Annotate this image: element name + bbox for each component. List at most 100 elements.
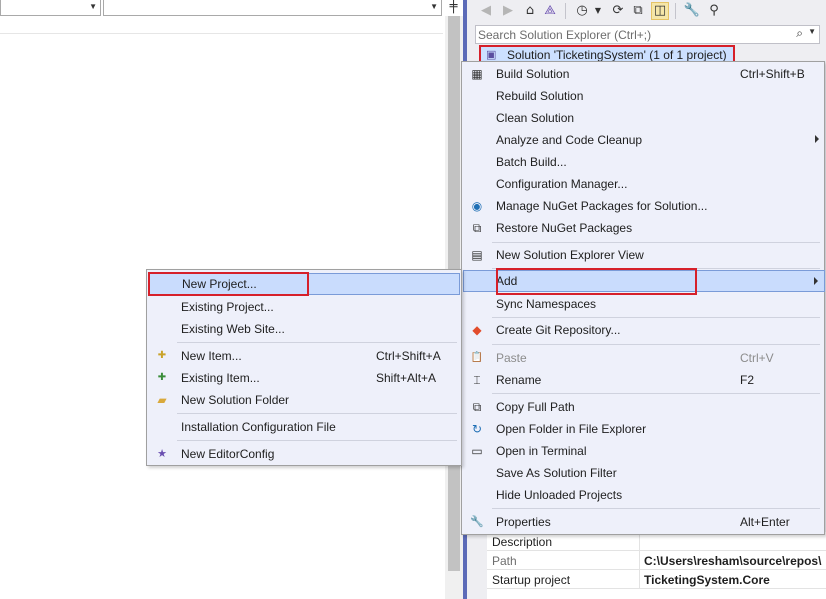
forward-icon[interactable]: ▶ <box>499 2 517 20</box>
menu-item-properties[interactable]: 🔧 Properties Alt+Enter <box>463 511 825 533</box>
add-submenu: New Project... Existing Project... Exist… <box>146 269 462 466</box>
switch-views-icon[interactable]: ⟁ <box>541 2 559 20</box>
menu-separator <box>492 317 820 318</box>
menu-item-shortcut: F2 <box>740 373 755 387</box>
search-input[interactable] <box>478 27 793 42</box>
menu-item-label: Existing Project... <box>181 300 274 314</box>
menu-item-existing-project[interactable]: Existing Project... <box>148 296 462 318</box>
menu-separator <box>177 440 457 441</box>
home-icon[interactable]: ⌂ <box>521 2 539 20</box>
submenu-arrow-icon <box>815 135 819 143</box>
preview-icon[interactable]: ⚲ <box>705 2 723 20</box>
wrench-icon: 🔧 <box>470 515 484 528</box>
menu-item-new-solution-folder[interactable]: ▰ New Solution Folder <box>148 389 462 411</box>
menu-item-build-solution[interactable]: ▦ Build Solution Ctrl+Shift+B <box>463 63 825 85</box>
menu-item-label: Add <box>496 274 518 288</box>
new-item-icon: ✚ <box>157 350 167 361</box>
git-icon: ◆ <box>472 323 482 337</box>
toolbar-separator <box>675 3 676 19</box>
copy-icon: ⧉ <box>472 400 482 414</box>
menu-item-create-git-repository[interactable]: ◆ Create Git Repository... <box>463 319 825 341</box>
menu-separator <box>492 268 820 269</box>
menu-item-label: Restore NuGet Packages <box>496 221 633 235</box>
menu-item-hide-unloaded-projects[interactable]: Hide Unloaded Projects <box>463 484 825 506</box>
menu-item-label: Open Folder in File Explorer <box>496 422 647 436</box>
menu-item-save-as-solution-filter[interactable]: Save As Solution Filter <box>463 462 825 484</box>
property-row[interactable]: Startup project TicketingSystem.Core <box>487 570 826 589</box>
paste-icon: 📋 <box>470 352 484 363</box>
wrench-icon[interactable]: 🔧 <box>683 2 701 20</box>
menu-item-shortcut: Shift+Alt+A <box>376 371 437 385</box>
refresh-icon[interactable]: ⟳ <box>609 2 627 20</box>
property-divider <box>639 570 640 589</box>
properties-grid: Description Path C:\Users\resham\source\… <box>487 532 826 599</box>
menu-item-rebuild-solution[interactable]: Rebuild Solution <box>463 85 825 107</box>
menu-item-label: New Item... <box>181 349 242 363</box>
submenu-arrow-icon <box>814 277 818 285</box>
menu-item-new-editorconfig[interactable]: ★ New EditorConfig <box>148 443 462 465</box>
menu-item-shortcut: Ctrl+V <box>740 351 774 365</box>
menu-item-label: Analyze and Code Cleanup <box>496 133 643 147</box>
menu-item-new-item[interactable]: ✚ New Item... Ctrl+Shift+A <box>148 345 462 367</box>
back-icon[interactable]: ◀ <box>477 2 495 20</box>
menu-item-label: Paste <box>496 351 527 365</box>
menu-item-label: New Solution Explorer View <box>496 248 644 262</box>
terminal-icon: ▭ <box>471 444 483 458</box>
rename-icon: ⌶ <box>473 373 481 387</box>
menu-item-analyze-code-cleanup[interactable]: Analyze and Code Cleanup <box>463 129 825 151</box>
menu-item-new-project[interactable]: New Project... <box>149 273 460 295</box>
menu-item-installation-configuration-file[interactable]: Installation Configuration File <box>148 416 462 438</box>
menu-item-label: New EditorConfig <box>181 447 275 461</box>
menu-item-restore-nuget[interactable]: ⧉ Restore NuGet Packages <box>463 217 825 239</box>
menu-separator <box>492 242 820 243</box>
menu-item-new-solution-explorer-view[interactable]: ▤ New Solution Explorer View <box>463 244 825 266</box>
menu-item-label: Create Git Repository... <box>496 323 621 337</box>
menu-item-paste[interactable]: 📋 Paste Ctrl+V <box>463 347 825 369</box>
menu-item-existing-web-site[interactable]: Existing Web Site... <box>148 318 462 340</box>
new-view-icon: ▤ <box>471 248 483 262</box>
menu-item-copy-full-path[interactable]: ⧉ Copy Full Path <box>463 396 825 418</box>
project-dropdown[interactable]: ▼ <box>0 0 101 16</box>
existing-item-icon: ✚ <box>157 372 167 383</box>
show-all-files-icon[interactable]: ◫ <box>651 2 669 20</box>
menu-item-label: Configuration Manager... <box>496 177 628 191</box>
menu-item-configuration-manager[interactable]: Configuration Manager... <box>463 173 825 195</box>
menu-item-label: Save As Solution Filter <box>496 466 617 480</box>
menu-item-shortcut: Ctrl+Shift+B <box>740 67 805 81</box>
collapse-all-icon[interactable]: ⧉ <box>629 2 647 20</box>
menu-item-label: Existing Web Site... <box>181 322 285 336</box>
menu-item-open-in-terminal[interactable]: ▭ Open in Terminal <box>463 440 825 462</box>
search-icon[interactable]: ⌕ <box>796 26 803 41</box>
menu-separator <box>177 342 457 343</box>
split-editor-icon[interactable]: ╪ <box>446 0 461 16</box>
menu-item-add[interactable]: Add <box>463 270 825 292</box>
solution-explorer-search[interactable]: ⌕ ▼ <box>475 25 820 44</box>
editorconfig-icon: ★ <box>157 447 167 460</box>
menu-separator <box>492 508 820 509</box>
menu-separator <box>177 413 457 414</box>
menu-item-rename[interactable]: ⌶ Rename F2 <box>463 369 825 391</box>
menu-item-label: Existing Item... <box>181 371 260 385</box>
property-name: Path <box>492 554 517 568</box>
menu-item-label: Installation Configuration File <box>181 420 336 434</box>
menu-item-label: New Solution Folder <box>181 393 290 407</box>
chevron-down-icon[interactable]: ▼ <box>589 2 607 20</box>
editor-divider <box>0 33 443 34</box>
menu-item-existing-item[interactable]: ✚ Existing Item... Shift+Alt+A <box>148 367 462 389</box>
solution-icon: ▣ <box>486 48 497 61</box>
property-divider <box>639 551 640 570</box>
menu-item-label: Copy Full Path <box>496 400 575 414</box>
menu-item-open-folder[interactable]: ↻ Open Folder in File Explorer <box>463 418 825 440</box>
menu-separator <box>492 393 820 394</box>
menu-item-shortcut: Ctrl+Shift+A <box>376 349 441 363</box>
toolbar-separator <box>565 3 566 19</box>
member-dropdown[interactable]: ▼ <box>103 0 442 16</box>
chevron-down-icon[interactable]: ▼ <box>808 27 816 36</box>
chevron-down-icon: ▼ <box>430 2 438 11</box>
menu-item-sync-namespaces[interactable]: Sync Namespaces <box>463 293 825 315</box>
menu-item-clean-solution[interactable]: Clean Solution <box>463 107 825 129</box>
property-row[interactable]: Path C:\Users\resham\source\repos\ <box>487 551 826 570</box>
menu-item-manage-nuget[interactable]: ◉ Manage NuGet Packages for Solution... <box>463 195 825 217</box>
menu-item-batch-build[interactable]: Batch Build... <box>463 151 825 173</box>
menu-item-shortcut: Alt+Enter <box>740 515 790 529</box>
